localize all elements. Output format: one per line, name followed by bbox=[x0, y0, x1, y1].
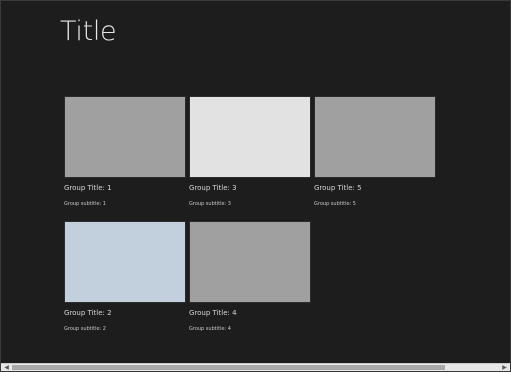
group-title: Group Title: 4 bbox=[189, 309, 237, 317]
group-subtitle: Group subtitle: 2 bbox=[64, 326, 106, 332]
group-tile-image[interactable] bbox=[64, 221, 186, 303]
group-title: Group Title: 3 bbox=[189, 184, 237, 192]
chevron-left-icon[interactable]: ◀ bbox=[2, 364, 11, 371]
scrollbar-thumb[interactable] bbox=[12, 365, 445, 370]
group-title: Group Title: 5 bbox=[314, 184, 362, 192]
group-subtitle: Group subtitle: 1 bbox=[64, 201, 106, 207]
group-tile-image[interactable] bbox=[189, 221, 311, 303]
group-subtitle: Group subtitle: 5 bbox=[314, 201, 356, 207]
group-tile-4[interactable]: Group Title: 4 Group subtitle: 4 bbox=[189, 221, 311, 333]
group-tile-2[interactable]: Group Title: 2 Group subtitle: 2 bbox=[64, 221, 186, 333]
group-tile-image[interactable] bbox=[314, 96, 436, 178]
group-tile-5[interactable]: Group Title: 5 Group subtitle: 5 bbox=[314, 96, 436, 208]
page-title: Title bbox=[60, 16, 117, 47]
group-tile-image[interactable] bbox=[64, 96, 186, 178]
group-tile-image[interactable] bbox=[189, 96, 311, 178]
group-subtitle: Group subtitle: 4 bbox=[189, 326, 231, 332]
horizontal-scrollbar[interactable]: ◀ ▶ bbox=[1, 363, 510, 371]
group-tile-3[interactable]: Group Title: 3 Group subtitle: 3 bbox=[189, 96, 311, 208]
group-title: Group Title: 1 bbox=[64, 184, 112, 192]
chevron-right-icon[interactable]: ▶ bbox=[500, 364, 509, 371]
group-tile-1[interactable]: Group Title: 1 Group subtitle: 1 bbox=[64, 96, 186, 208]
app-window: Title Group Title: 1 Group subtitle: 1 G… bbox=[0, 0, 511, 372]
group-subtitle: Group subtitle: 3 bbox=[189, 201, 231, 207]
group-title: Group Title: 2 bbox=[64, 309, 112, 317]
